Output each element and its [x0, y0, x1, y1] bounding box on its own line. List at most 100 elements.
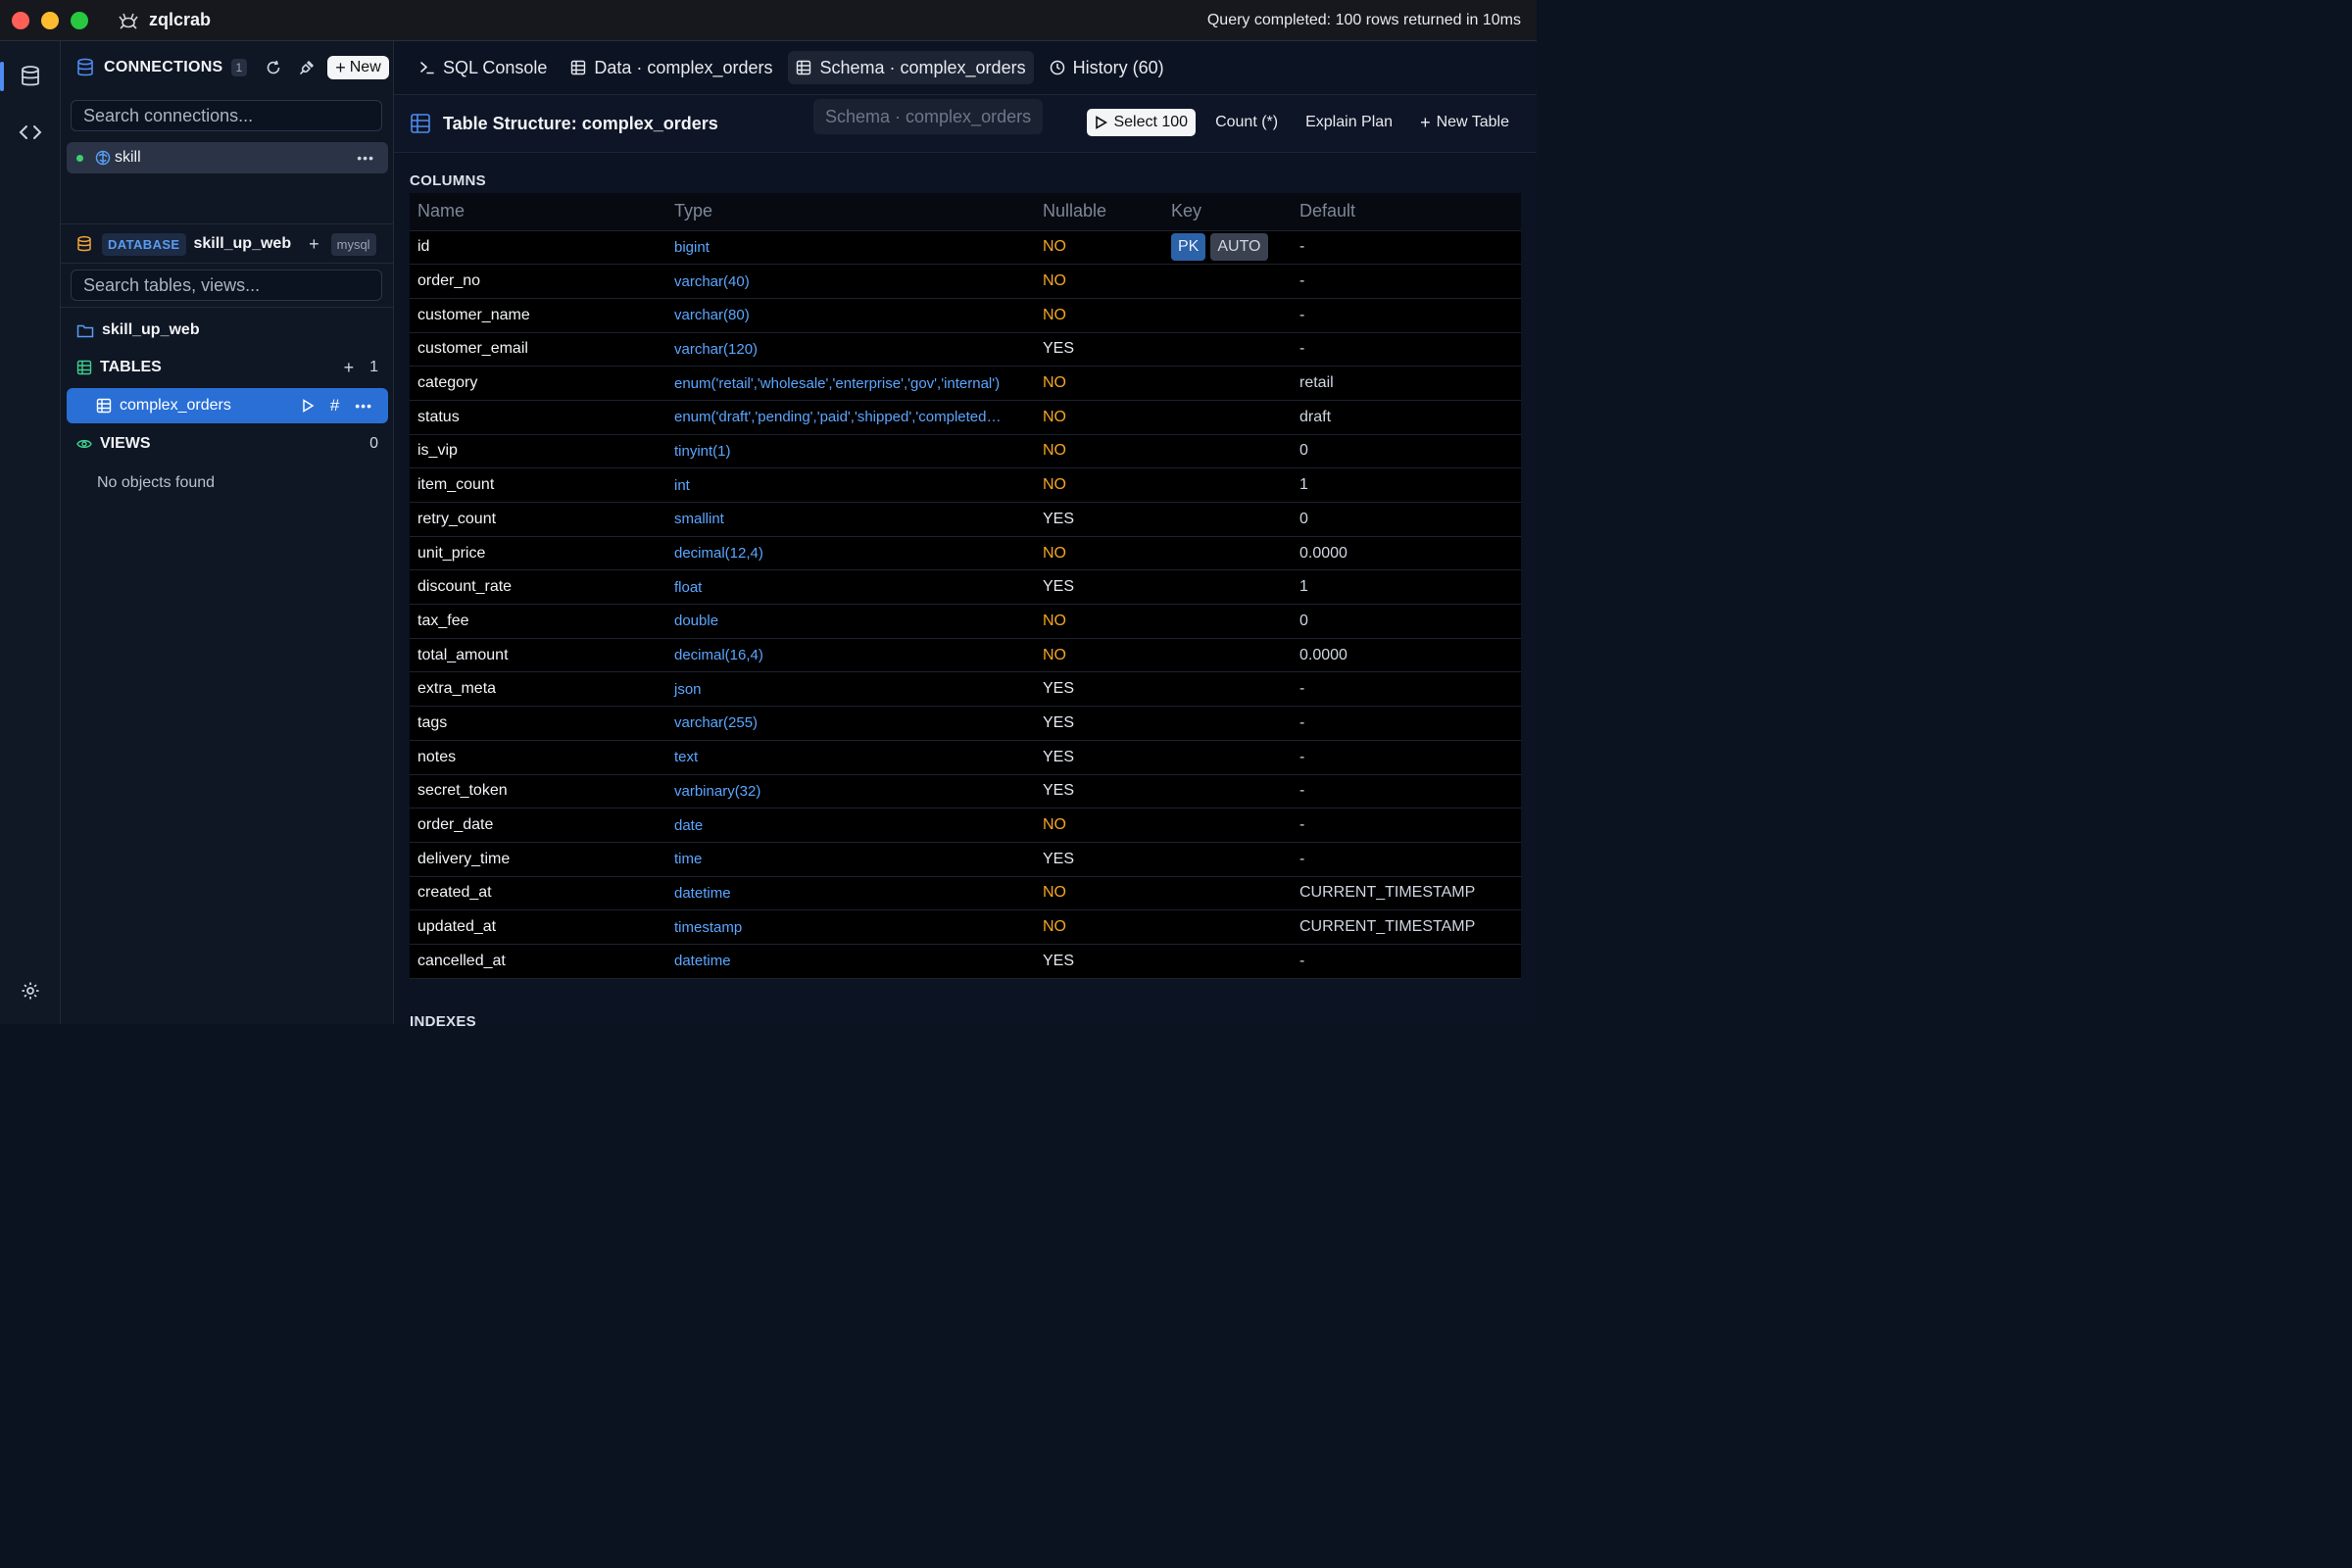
database-name[interactable]: skill_up_web [194, 235, 292, 253]
table-row[interactable]: customer_name varchar(80) NO - [410, 298, 1521, 333]
column-key-cell [1163, 944, 1292, 979]
tab-sql-console[interactable]: SQL Console [412, 51, 555, 84]
views-group[interactable]: VIEWS 0 [61, 427, 394, 461]
column-key-cell [1163, 876, 1292, 911]
connected-status-dot [76, 154, 83, 162]
table-row[interactable]: order_date date NO - [410, 808, 1521, 843]
column-default-cell: - [1292, 298, 1521, 333]
column-default-cell: 0 [1292, 604, 1521, 639]
table-row[interactable]: delivery_time time YES - [410, 842, 1521, 877]
column-default-cell: CURRENT_TIMESTAMP [1292, 876, 1521, 911]
table-more-button[interactable]: ••• [355, 398, 372, 414]
select-100-button[interactable]: Select 100 [1087, 109, 1197, 136]
table-row[interactable]: category enum('retail','wholesale','enter… [410, 366, 1521, 401]
column-key-cell [1163, 569, 1292, 606]
column-default-cell: - [1292, 230, 1521, 266]
column-name-cell: status [410, 400, 666, 435]
column-type-cell: bigint [666, 230, 1035, 266]
code-view-button[interactable] [0, 104, 61, 161]
connection-item-skill[interactable]: skill ••• [67, 142, 388, 173]
table-row[interactable]: unit_price decimal(12,4) NO 0.0000 [410, 536, 1521, 571]
column-header-type[interactable]: Type [666, 193, 1035, 231]
column-key-cell [1163, 366, 1292, 401]
select-100-label: Select 100 [1113, 114, 1189, 130]
column-nullable-cell: NO [1035, 264, 1163, 299]
table-row[interactable]: order_no varchar(40) NO - [410, 264, 1521, 299]
table-row[interactable]: total_amount decimal(16,4) NO 0.0000 [410, 638, 1521, 673]
table-icon [411, 114, 430, 133]
settings-button[interactable] [0, 962, 61, 1019]
tab-label: Schema · complex_orders [819, 57, 1026, 77]
column-default-cell: draft [1292, 400, 1521, 435]
column-default-cell: - [1292, 332, 1521, 368]
table-row[interactable]: status enum('draft','pending','paid','shi… [410, 400, 1521, 435]
column-key-cell [1163, 536, 1292, 571]
column-header-default[interactable]: Default [1292, 193, 1521, 231]
add-table-button[interactable]: + [344, 358, 355, 378]
new-connection-button[interactable]: + New [327, 56, 389, 79]
connect-plug-button[interactable] [294, 55, 319, 80]
explain-plan-button[interactable]: Explain Plan [1298, 109, 1400, 136]
connections-title: CONNECTIONS [104, 59, 223, 75]
gear-icon [22, 982, 39, 1000]
column-nullable-cell: YES [1035, 740, 1163, 775]
table-row[interactable]: customer_email varchar(120) YES - [410, 332, 1521, 368]
play-icon [1096, 116, 1108, 129]
column-name-cell: is_vip [410, 434, 666, 469]
table-row[interactable]: created_at datetime NO CURRENT_TIMESTAMP [410, 876, 1521, 911]
tab-data[interactable]: Data · complex_orders [563, 51, 780, 84]
app-name: zqlcrab [149, 10, 212, 29]
count-button[interactable]: Count (*) [1207, 109, 1286, 136]
query-status: Query completed: 100 rows returned in 10… [1206, 12, 1521, 28]
column-header-name[interactable]: Name [410, 193, 666, 231]
table-item-complex-orders[interactable]: complex_orders # ••• [67, 388, 388, 423]
empty-message: No objects found [97, 474, 216, 491]
table-row[interactable]: updated_at timestamp NO CURRENT_TIMESTAMP [410, 909, 1521, 945]
close-window-button[interactable] [12, 11, 29, 29]
database-tag: DATABASE [102, 232, 186, 256]
column-default-cell: 0 [1292, 434, 1521, 469]
table-row[interactable]: is_vip tinyint(1) NO 0 [410, 434, 1521, 469]
count-hash-button[interactable]: # [330, 396, 339, 416]
window-controls [12, 11, 88, 29]
add-database-button[interactable]: + [309, 234, 319, 255]
tab-history[interactable]: History (60) [1042, 51, 1172, 84]
run-icon[interactable] [301, 399, 315, 413]
tab-schema[interactable]: Schema · complex_orders [788, 51, 1034, 84]
table-row[interactable]: retry_count smallint YES 0 [410, 502, 1521, 537]
zoom-window-button[interactable] [71, 11, 88, 29]
column-default-cell: - [1292, 944, 1521, 979]
table-row[interactable]: secret_token varbinary(32) YES - [410, 774, 1521, 809]
column-key-cell [1163, 467, 1292, 503]
connection-more-button[interactable]: ••• [357, 150, 374, 166]
column-nullable-cell: NO [1035, 876, 1163, 911]
schema-node[interactable]: skill_up_web [61, 314, 394, 347]
refresh-button[interactable] [261, 55, 286, 80]
column-header-nullable[interactable]: Nullable [1035, 193, 1163, 231]
table-row[interactable]: discount_rate float YES 1 [410, 569, 1521, 606]
table-row[interactable]: notes text YES - [410, 740, 1521, 775]
column-nullable-cell: NO [1035, 909, 1163, 945]
new-table-button[interactable]: + New Table [1412, 109, 1517, 136]
table-row[interactable]: extra_meta json YES - [410, 671, 1521, 708]
table-row[interactable]: tags varchar(255) YES - [410, 706, 1521, 741]
column-name-cell: retry_count [410, 502, 666, 537]
column-key-cell [1163, 434, 1292, 469]
search-tables-input[interactable] [71, 270, 382, 301]
column-nullable-cell: NO [1035, 298, 1163, 333]
table-row[interactable]: item_count int NO 1 [410, 467, 1521, 503]
folder-icon [76, 324, 94, 337]
column-name-cell: created_at [410, 876, 666, 911]
table-row[interactable]: tax_fee double NO 0 [410, 604, 1521, 639]
column-header-key[interactable]: Key [1163, 193, 1292, 231]
database-explorer-button[interactable] [0, 48, 61, 105]
column-key-cell [1163, 774, 1292, 809]
table-row[interactable]: cancelled_at datetime YES - [410, 944, 1521, 979]
column-nullable-cell: YES [1035, 569, 1163, 606]
search-connections-input[interactable] [71, 100, 382, 131]
table-row[interactable]: id bigint NO PK AUTO - [410, 230, 1521, 266]
tables-group[interactable]: TABLES + 1 [61, 351, 394, 384]
minimize-window-button[interactable] [41, 11, 59, 29]
tab-label: Data · complex_orders [594, 57, 773, 77]
title-bar: zqlcrab Query completed: 100 rows return… [0, 0, 1537, 41]
